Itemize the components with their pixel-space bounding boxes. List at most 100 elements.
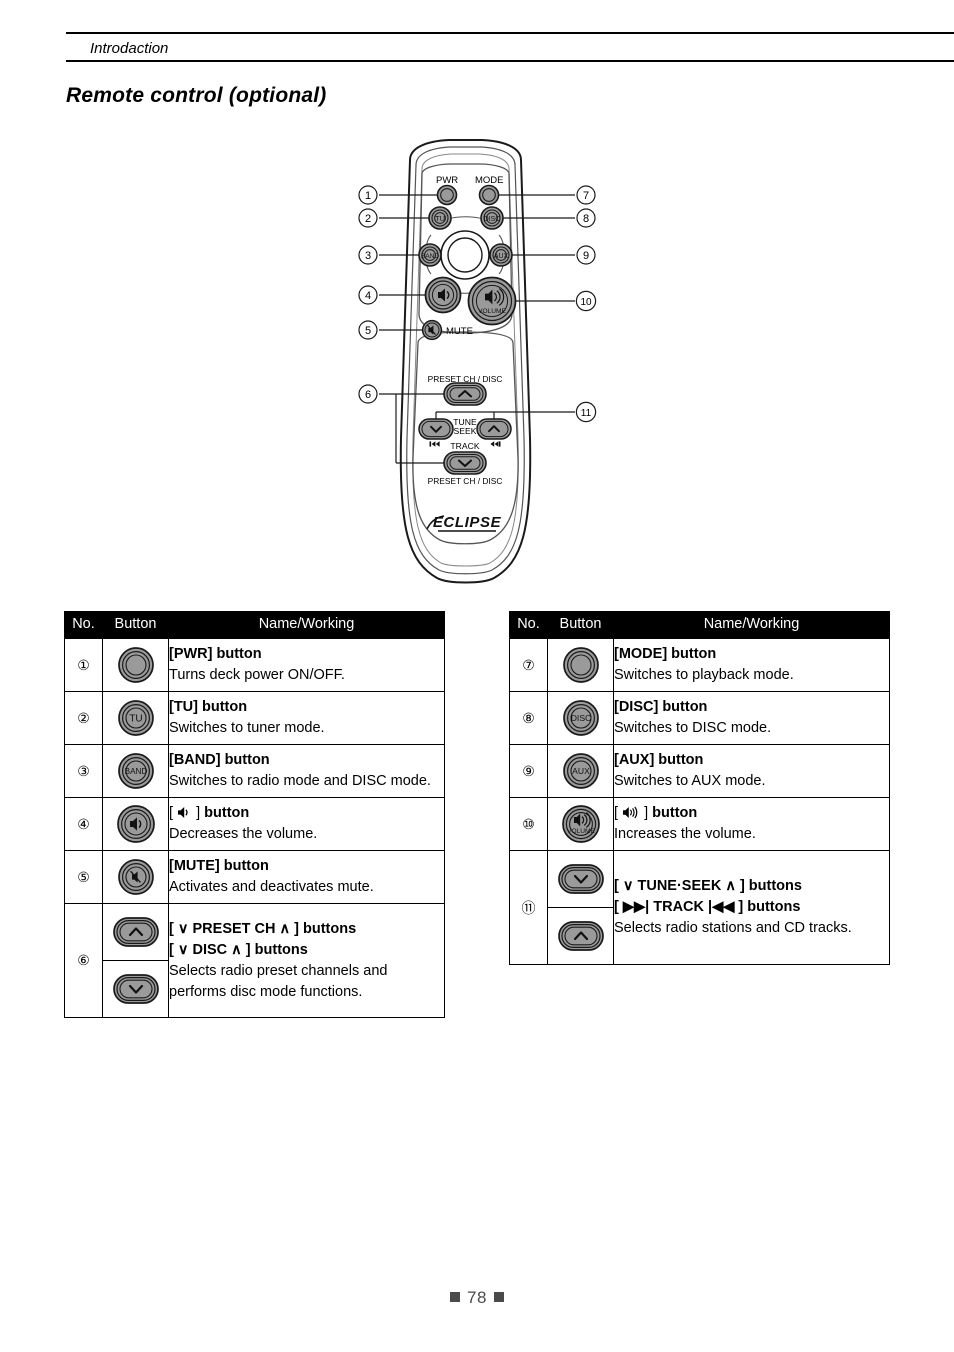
running-header: Introdaction [66,32,954,62]
volume-down-thumbnail [102,797,169,851]
row-text: Switches to playback mode. [614,667,794,683]
row-text: Switches to tuner mode. [169,720,325,736]
row-number: ⑤ [64,850,103,904]
preset-up-button[interactable] [443,382,487,406]
table-header-row: No. Button Name/Working [509,611,890,639]
tune-seek-down-button[interactable] [418,418,454,440]
row-text: Switches to AUX mode. [614,773,766,789]
svg-text:VOLUME: VOLUME [567,828,595,835]
callout-2: 2 [358,208,378,228]
callout-4: 4 [358,285,378,305]
row-title: [MODE] button [614,646,717,662]
row-title: [ ] button [614,805,698,821]
mute-button[interactable] [421,319,443,341]
row-title: [ ∨ PRESET CH ∧ ] buttons [169,920,357,937]
remote-control-figure: PWR MODE TU DISC BAND AUX VOLUME MUTE PR… [352,138,602,590]
row-number: ⑨ [509,744,548,798]
center-ring [440,230,490,280]
row-description: [AUX] button Switches to AUX mode. [613,744,890,798]
callout-9: 9 [576,245,596,265]
svg-text:TU: TU [129,714,142,725]
column-header-no: No. [64,611,103,639]
preset-down-thumbnail [103,961,168,1017]
svg-text:7: 7 [583,190,589,202]
volume-up-thumbnail: VOLUME [547,797,614,851]
pwr-button-thumbnail [102,638,169,692]
row-text: Selects radio preset channels and perfor… [169,962,388,1000]
preset-bottom-label: PRESET CH / DISC [428,476,503,486]
band-button[interactable]: BAND [418,243,442,267]
row-description: [PWR] button Turns deck power ON/OFF. [168,638,445,692]
svg-text:DISC: DISC [570,713,591,723]
callout-7: 7 [576,185,596,205]
band-label: BAND [421,253,440,260]
svg-text:2: 2 [365,213,371,225]
mode-label: MODE [475,175,504,186]
tune-seek-up-button[interactable] [476,418,512,440]
callout-6: 6 [358,384,378,404]
seek-label: SEEK [454,426,477,436]
table-row: ⑤ [MUTE] button Activates and deactivate… [64,850,445,904]
mute-button-thumbnail [102,850,169,904]
volume-down-button[interactable] [424,276,462,314]
row-text: Switches to radio mode and DISC mode. [169,773,431,789]
svg-text:9: 9 [583,250,589,262]
footer-square-left [450,1292,461,1302]
row-text: Switches to DISC mode. [614,720,772,736]
row-title: [AUX] button [614,752,704,768]
aux-button-thumbnail: AUX [547,744,614,798]
callout-3: 3 [358,245,378,265]
table-row: ④ [ ] button Decreases the volume. [64,797,445,851]
row-number: ② [64,691,103,745]
button-table-left: No. Button Name/Working ① [PWR] button T… [64,611,445,1018]
pwr-label: PWR [436,175,458,186]
band-button-thumbnail: BAND [102,744,169,798]
row-number: ③ [64,744,103,798]
row-title: [ ∨ TUNE·SEEK ∧ ] buttons [614,878,802,894]
volume-up-button[interactable]: VOLUME [467,276,517,326]
mode-button[interactable] [478,184,500,206]
table-row: ⑩ VOLUME [ ] button Increases the volume… [509,797,890,851]
preset-up-thumbnail [103,904,168,961]
row-description: [ ∨ PRESET CH ∧ ] buttons [ ∨ DISC ∧ ] b… [168,903,445,1018]
svg-text:BAND: BAND [124,767,147,776]
row-description: [ ∨ TUNE·SEEK ∧ ] buttons [ ▶▶| TRACK |◀… [613,850,890,965]
table-row: ③ BAND [BAND] button Switches to radio m… [64,744,445,798]
column-header-name: Name/Working [168,611,445,639]
row-number: ① [64,638,103,692]
row-number: ④ [64,797,103,851]
svg-text:5: 5 [365,325,371,337]
table-row: ① [PWR] button Turns deck power ON/OFF. [64,638,445,692]
svg-text:1: 1 [365,190,371,202]
callout-10: 10 [575,290,597,312]
pwr-button[interactable] [436,184,458,206]
svg-text:AUX: AUX [572,766,590,776]
row-title-2: [ ∨ DISC ∧ ] buttons [169,941,308,958]
running-head-text: Introdaction [90,40,169,57]
row-number: ⑪ [509,850,548,965]
preset-down-button[interactable] [443,451,487,475]
tu-button[interactable]: TU [428,206,452,230]
volume-label: VOLUME [478,308,506,315]
mode-button-thumbnail [547,638,614,692]
speaker-low-icon [178,807,188,818]
row-description: [DISC] button Switches to DISC mode. [613,691,890,745]
svg-text:6: 6 [365,389,371,401]
aux-button[interactable]: AUX [489,243,513,267]
column-header-button: Button [102,611,169,639]
disc-button[interactable]: DISC [480,206,504,230]
row-title: [PWR] button [169,646,262,662]
speaker-high-icon [623,806,638,819]
page-number: 78 [467,1288,487,1307]
svg-text:10: 10 [580,297,592,308]
row-description: [ ] button Increases the volume. [613,797,890,851]
page-title: Remote control (optional) [66,84,327,107]
callout-1: 1 [358,185,378,205]
tu-label: TU [435,214,445,223]
tu-button-thumbnail: TU [102,691,169,745]
row-description: [ ] button Decreases the volume. [168,797,445,851]
page-footer: 78 [0,1288,954,1308]
table-row: ⑪ [∨ TUNE·SEEK ∧] buttons [▶▶| TRACK … [509,850,890,965]
row-title: [ ] button [169,805,250,821]
mute-label: MUTE [446,326,473,337]
